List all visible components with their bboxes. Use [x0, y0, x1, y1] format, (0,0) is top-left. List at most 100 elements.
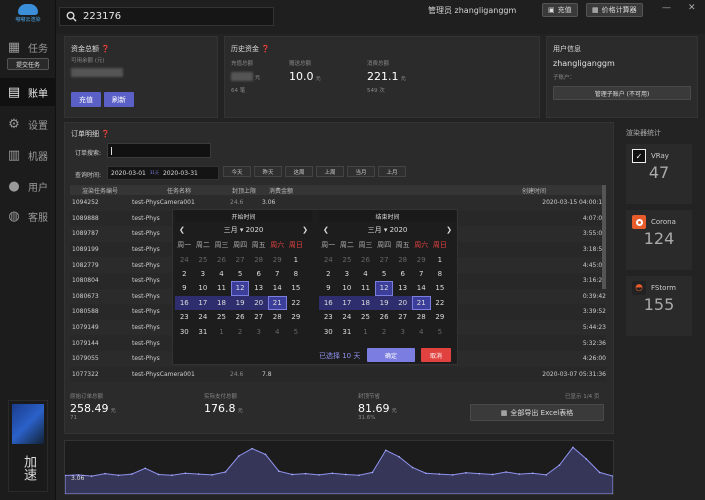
calendar-day[interactable]: 29 [412, 252, 431, 266]
calendar-day[interactable]: 2 [175, 267, 194, 281]
nav-settings[interactable]: ⚙ 设置 [0, 110, 56, 138]
quick-last-week[interactable]: 上周 [316, 166, 344, 177]
export-excel-button[interactable]: ▦ 全部导出 Excel表格 [470, 404, 604, 421]
col-cost[interactable]: 消费金额 [260, 185, 302, 195]
calendar-day[interactable]: 12 [230, 281, 250, 296]
calendar-day[interactable]: 17 [337, 295, 357, 310]
calendar-day[interactable]: 8 [431, 267, 450, 281]
calendar-day[interactable]: 5 [431, 324, 450, 338]
calendar-day[interactable]: 15 [431, 281, 450, 295]
accelerate-button[interactable]: 加速 [8, 400, 48, 492]
table-scrollbar[interactable] [602, 185, 606, 289]
calendar-day[interactable]: 4 [212, 267, 231, 281]
calendar-day[interactable]: 8 [287, 267, 306, 281]
calendar-day[interactable]: 26 [212, 252, 231, 266]
calendar-day[interactable]: 5 [287, 324, 306, 338]
calendar-day[interactable]: 23 [175, 310, 194, 324]
nav-tasks[interactable]: ▦ 任务 [0, 33, 56, 61]
quick-last-month[interactable]: 上月 [378, 166, 406, 177]
calendar-day[interactable]: 18 [212, 295, 231, 310]
calendar-day[interactable]: 18 [356, 295, 375, 310]
calendar-day[interactable]: 30 [319, 324, 338, 338]
calendar-day[interactable]: 31 [338, 324, 357, 338]
search-input[interactable]: 223176 [83, 11, 121, 22]
calendar-day[interactable]: 28 [249, 252, 268, 266]
quick-this-month[interactable]: 当月 [347, 166, 375, 177]
calendar-day[interactable]: 28 [393, 252, 412, 266]
calendar-day[interactable]: 4 [268, 324, 287, 338]
calendar-day[interactable]: 25 [338, 252, 357, 266]
prev-month-icon[interactable]: ❮ [323, 226, 329, 234]
calendar-day[interactable]: 3 [249, 324, 268, 338]
calendar-day[interactable]: 11 [356, 281, 375, 295]
refresh-button[interactable]: 刷新 [104, 92, 134, 107]
calendar-day[interactable]: 25 [356, 310, 375, 324]
calendar-day[interactable]: 25 [212, 310, 231, 324]
confirm-button[interactable]: 确定 [367, 348, 415, 362]
col-cap[interactable]: 封顶上限 [228, 185, 260, 195]
calendar-day[interactable]: 31 [194, 324, 213, 338]
calendar-day[interactable]: 17 [193, 295, 213, 310]
calendar-day[interactable]: 27 [231, 252, 250, 266]
calendar-day[interactable]: 9 [175, 281, 194, 295]
calendar-day[interactable]: 16 [175, 295, 194, 310]
calendar-day[interactable]: 26 [231, 310, 250, 324]
calendar-day[interactable]: 29 [287, 310, 306, 324]
calendar-day[interactable]: 28 [412, 310, 431, 324]
calendar-day[interactable]: 29 [431, 310, 450, 324]
calendar-day[interactable]: 28 [268, 310, 287, 324]
calendar-day[interactable]: 13 [393, 281, 412, 295]
col-task-name[interactable]: 任务名称 [130, 185, 228, 195]
calendar-day[interactable]: 13 [249, 281, 268, 295]
calendar-day[interactable]: 4 [412, 324, 431, 338]
next-month-icon[interactable]: ❯ [302, 226, 308, 234]
calendar-day[interactable]: 3 [338, 267, 357, 281]
calendar-day[interactable]: 25 [194, 252, 213, 266]
calendar-day[interactable]: 10 [194, 281, 213, 295]
calendar-day[interactable]: 19 [374, 295, 394, 310]
calendar-day[interactable]: 1 [287, 252, 306, 266]
calendar-day[interactable]: 11 [212, 281, 231, 295]
price-calculator-button[interactable]: ▦ 价格计算器 [586, 3, 643, 17]
calendar-day[interactable]: 1 [431, 252, 450, 266]
calendar-day[interactable]: 27 [249, 310, 268, 324]
calendar-day[interactable]: 5 [231, 267, 250, 281]
calendar-day[interactable]: 24 [338, 310, 357, 324]
manage-sub-account-button[interactable]: 管理子账户 (不可用) [553, 86, 691, 100]
calendar-day[interactable]: 7 [268, 267, 287, 281]
calendar-day[interactable]: 15 [287, 281, 306, 295]
calendar-day[interactable]: 4 [356, 267, 375, 281]
col-created[interactable]: 创建时间 [462, 185, 606, 195]
order-search-input[interactable] [107, 143, 211, 158]
calendar-day[interactable]: 14 [412, 281, 431, 295]
search-box[interactable]: 223176 [59, 7, 274, 26]
nav-machines[interactable]: ▥ 机器 [0, 141, 56, 169]
calendar-day[interactable]: 6 [393, 267, 412, 281]
calendar-day[interactable]: 27 [393, 310, 412, 324]
prev-month-icon[interactable]: ❮ [179, 226, 185, 234]
topbar-recharge-button[interactable]: ▣ 充值 [542, 3, 578, 17]
nav-users[interactable]: ● 用户 [0, 172, 56, 200]
calendar-day[interactable]: 9 [319, 281, 338, 295]
calendar-day[interactable]: 3 [393, 324, 412, 338]
calendar-day[interactable]: 1 [356, 324, 375, 338]
calendar-day[interactable]: 10 [338, 281, 357, 295]
calendar-day[interactable]: 24 [175, 252, 194, 266]
quick-yesterday[interactable]: 昨天 [254, 166, 282, 177]
calendar-day[interactable]: 27 [375, 252, 394, 266]
calendar-day[interactable]: 24 [319, 252, 338, 266]
nav-support[interactable]: ◍ 客服 [0, 202, 56, 230]
calendar-day[interactable]: 2 [319, 267, 338, 281]
calendar-day[interactable]: 22 [287, 296, 306, 310]
date-range-input[interactable]: 2020-03-01 31天 2020-03-31 [107, 166, 219, 180]
calendar-day[interactable]: 22 [431, 296, 450, 310]
calendar-day[interactable]: 6 [249, 267, 268, 281]
calendar-day[interactable]: 19 [230, 295, 250, 310]
calendar-day[interactable]: 26 [356, 252, 375, 266]
quick-today[interactable]: 今天 [223, 166, 251, 177]
calendar-day[interactable]: 21 [411, 295, 431, 310]
funds-recharge-button[interactable]: 充值 [71, 92, 101, 107]
close-button[interactable]: ✕ [688, 3, 696, 13]
minimize-button[interactable]: — [662, 3, 671, 13]
calendar-day[interactable]: 29 [268, 252, 287, 266]
